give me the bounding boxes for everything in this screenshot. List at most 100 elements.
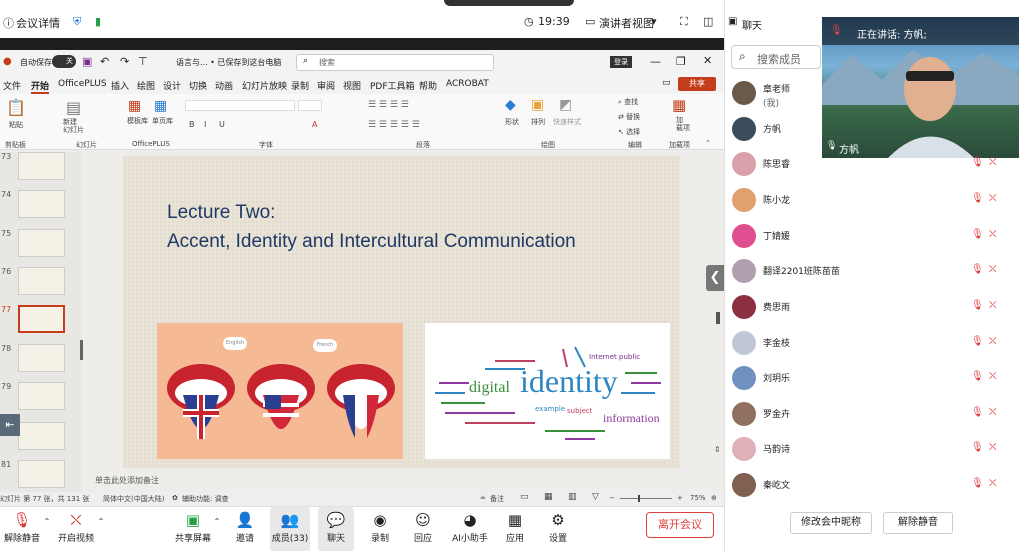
slide-thumbnail[interactable] xyxy=(18,460,65,488)
underline-icon[interactable]: U xyxy=(219,120,225,129)
member-item[interactable]: 罗金卉 🎙 ⛌ xyxy=(731,401,1021,431)
member-item[interactable]: 翻译2201班陈苗苗 🎙 ⛌ xyxy=(731,258,1021,288)
reading-view-icon[interactable]: ▥ xyxy=(568,492,577,502)
align-icon[interactable]: ☰ ☰ ☰ ☰ ☰ xyxy=(368,120,420,130)
comment-icon[interactable]: ▭ xyxy=(662,78,671,88)
chevron-up-icon[interactable]: ⌃ xyxy=(96,517,106,529)
customize-icon[interactable]: ⊤ xyxy=(138,55,148,68)
member-item[interactable]: 费思雨 🎙 ⛌ xyxy=(731,294,1021,324)
leave-meeting-button[interactable]: 离开会议 xyxy=(646,512,714,538)
presenter-view-button[interactable]: 演讲者视图 xyxy=(599,15,654,31)
shape-label[interactable]: 形状 xyxy=(505,117,519,127)
slide-thumbnail[interactable] xyxy=(18,382,65,410)
find-button[interactable]: ⌕ 查找 xyxy=(618,97,638,107)
side-tool-icon[interactable]: ⇤ xyxy=(0,414,20,436)
notes-toggle[interactable]: 备注 xyxy=(490,494,504,504)
zoom-slider[interactable] xyxy=(620,498,672,499)
chevron-down-icon[interactable]: ▾ xyxy=(651,15,657,28)
chevron-up-icon[interactable]: ⌃ xyxy=(212,517,222,529)
chat-button[interactable]: 💬 聊天 xyxy=(318,507,354,551)
menu-home[interactable]: 开始 xyxy=(31,79,50,94)
member-item[interactable]: 秦屹文 🎙 ⛌ xyxy=(731,472,1021,502)
italic-icon[interactable]: I xyxy=(204,120,206,129)
collapse-ribbon-icon[interactable]: ⌃ xyxy=(705,139,711,147)
menu-view[interactable]: 视图 xyxy=(343,79,361,92)
chevron-up-icon[interactable]: ⌃ xyxy=(42,517,52,529)
zoom-out-icon[interactable]: − xyxy=(609,494,615,502)
paste-icon[interactable]: 📋 xyxy=(6,98,26,117)
quick-style-icon[interactable]: ◩ xyxy=(559,97,572,113)
member-item[interactable]: 章老师 (我) xyxy=(731,80,1021,110)
menu-animations[interactable]: 动画 xyxy=(215,79,233,92)
menu-transitions[interactable]: 切换 xyxy=(189,79,207,92)
new-slide-label[interactable]: 新建 幻灯片 xyxy=(63,118,84,134)
autosave-toggle[interactable]: 关 xyxy=(52,55,76,68)
arrange-label[interactable]: 排列 xyxy=(531,117,545,127)
slide-canvas[interactable]: Lecture Two: Accent, Identity and Interc… xyxy=(123,156,680,468)
close-icon[interactable]: ✕ xyxy=(703,54,712,67)
menu-draw[interactable]: 绘图 xyxy=(137,79,155,92)
invite-button[interactable]: 👤 邀请 xyxy=(228,507,262,551)
undo-icon[interactable]: ↶ xyxy=(100,55,109,68)
single-page-icon[interactable]: ▦ xyxy=(154,98,167,114)
menu-acrobat[interactable]: ACROBAT xyxy=(446,79,489,89)
zoom-in-icon[interactable]: + xyxy=(677,494,683,502)
accessibility-status[interactable]: 辅助功能: 调查 xyxy=(182,494,229,504)
apps-button[interactable]: ▦ 应用 xyxy=(498,507,532,551)
slideshow-view-icon[interactable]: ▽ xyxy=(592,492,599,502)
thumbnail-scrollbar[interactable] xyxy=(80,340,83,360)
menu-insert[interactable]: 插入 xyxy=(111,79,129,92)
member-item[interactable]: 方帆 xyxy=(731,116,1021,146)
menu-record[interactable]: 录制 xyxy=(291,79,309,92)
menu-design[interactable]: 设计 xyxy=(163,79,181,92)
save-icon[interactable]: ▣ xyxy=(82,55,92,68)
new-slide-icon[interactable]: ▤ xyxy=(66,98,81,117)
list-icon[interactable]: ☰ ☰ ☰ ☰ xyxy=(368,100,409,110)
paste-label[interactable]: 粘贴 xyxy=(9,120,23,130)
record-button[interactable]: ◉ 录制 xyxy=(363,507,397,551)
member-item[interactable]: 陈思睿 🎙 ⛌ xyxy=(731,151,1021,181)
share-screen-button[interactable]: ▣ 共享屏幕 xyxy=(173,507,213,551)
ppt-search-box[interactable]: ⌕ 搜索 xyxy=(296,54,494,71)
unmute-button[interactable]: 🎙 解除静音 xyxy=(2,507,42,551)
bold-icon[interactable]: B xyxy=(189,120,195,129)
menu-pdf-tools[interactable]: PDF工具箱 xyxy=(370,79,415,92)
fit-slide-icon[interactable]: ⊕ xyxy=(711,494,717,502)
slide-thumbnail[interactable] xyxy=(18,190,65,218)
font-color-icon[interactable]: A xyxy=(312,120,317,129)
settings-button[interactable]: ⚙ 设置 xyxy=(541,507,575,551)
chat-panel-title[interactable]: 聊天 xyxy=(742,17,762,32)
menu-officeplus[interactable]: OfficePLUS xyxy=(58,79,107,89)
menu-review[interactable]: 审阅 xyxy=(317,79,335,92)
addin-icon[interactable]: ▦ xyxy=(672,96,686,114)
addin-label[interactable]: 加 载项 xyxy=(676,116,690,132)
meeting-details-button[interactable]: 会议详情 xyxy=(16,15,60,31)
arrange-icon[interactable]: ▣ xyxy=(531,97,544,113)
zoom-level[interactable]: 75% xyxy=(690,494,706,502)
slide-scrollbar[interactable] xyxy=(716,312,720,324)
unmute-all-button[interactable]: 解除静音 xyxy=(883,512,953,534)
reply-button[interactable]: ☺ 回应 xyxy=(406,507,440,551)
restore-icon[interactable]: ❐ xyxy=(676,55,686,68)
sorter-view-icon[interactable]: ▦ xyxy=(544,492,553,502)
language-status[interactable]: 简体中文(中国大陆) xyxy=(103,494,164,504)
single-page-label[interactable]: 单页库 xyxy=(152,116,173,126)
slide-thumbnail[interactable] xyxy=(18,422,65,450)
member-item[interactable]: 陈小龙 🎙 ⛌ xyxy=(731,187,1021,217)
slide-thumbnail[interactable] xyxy=(18,267,65,295)
share-button[interactable]: 共享 xyxy=(678,77,716,91)
start-video-button[interactable]: ⛌ 开启视频 xyxy=(56,507,96,551)
template-icon[interactable]: ▦ xyxy=(128,98,141,114)
menu-file[interactable]: 文件 xyxy=(3,79,21,92)
slide-thumbnail[interactable] xyxy=(18,152,65,180)
font-name-box[interactable] xyxy=(185,100,295,111)
replace-button[interactable]: ⇄ 替换 xyxy=(618,112,640,122)
slide-thumbnail[interactable] xyxy=(18,229,65,257)
minimize-icon[interactable]: — xyxy=(650,55,661,68)
ai-assistant-button[interactable]: ◕ AI小助手 xyxy=(448,507,492,551)
redo-icon[interactable]: ↷ xyxy=(120,55,129,68)
slide-notes[interactable]: 单击此处添加备注 xyxy=(90,470,720,490)
member-search-input[interactable]: ⌕ 搜索成员 xyxy=(731,45,821,69)
rename-button[interactable]: 修改会中昵称 xyxy=(790,512,872,534)
member-item[interactable]: 马韵诗 🎙 ⛌ xyxy=(731,436,1021,466)
